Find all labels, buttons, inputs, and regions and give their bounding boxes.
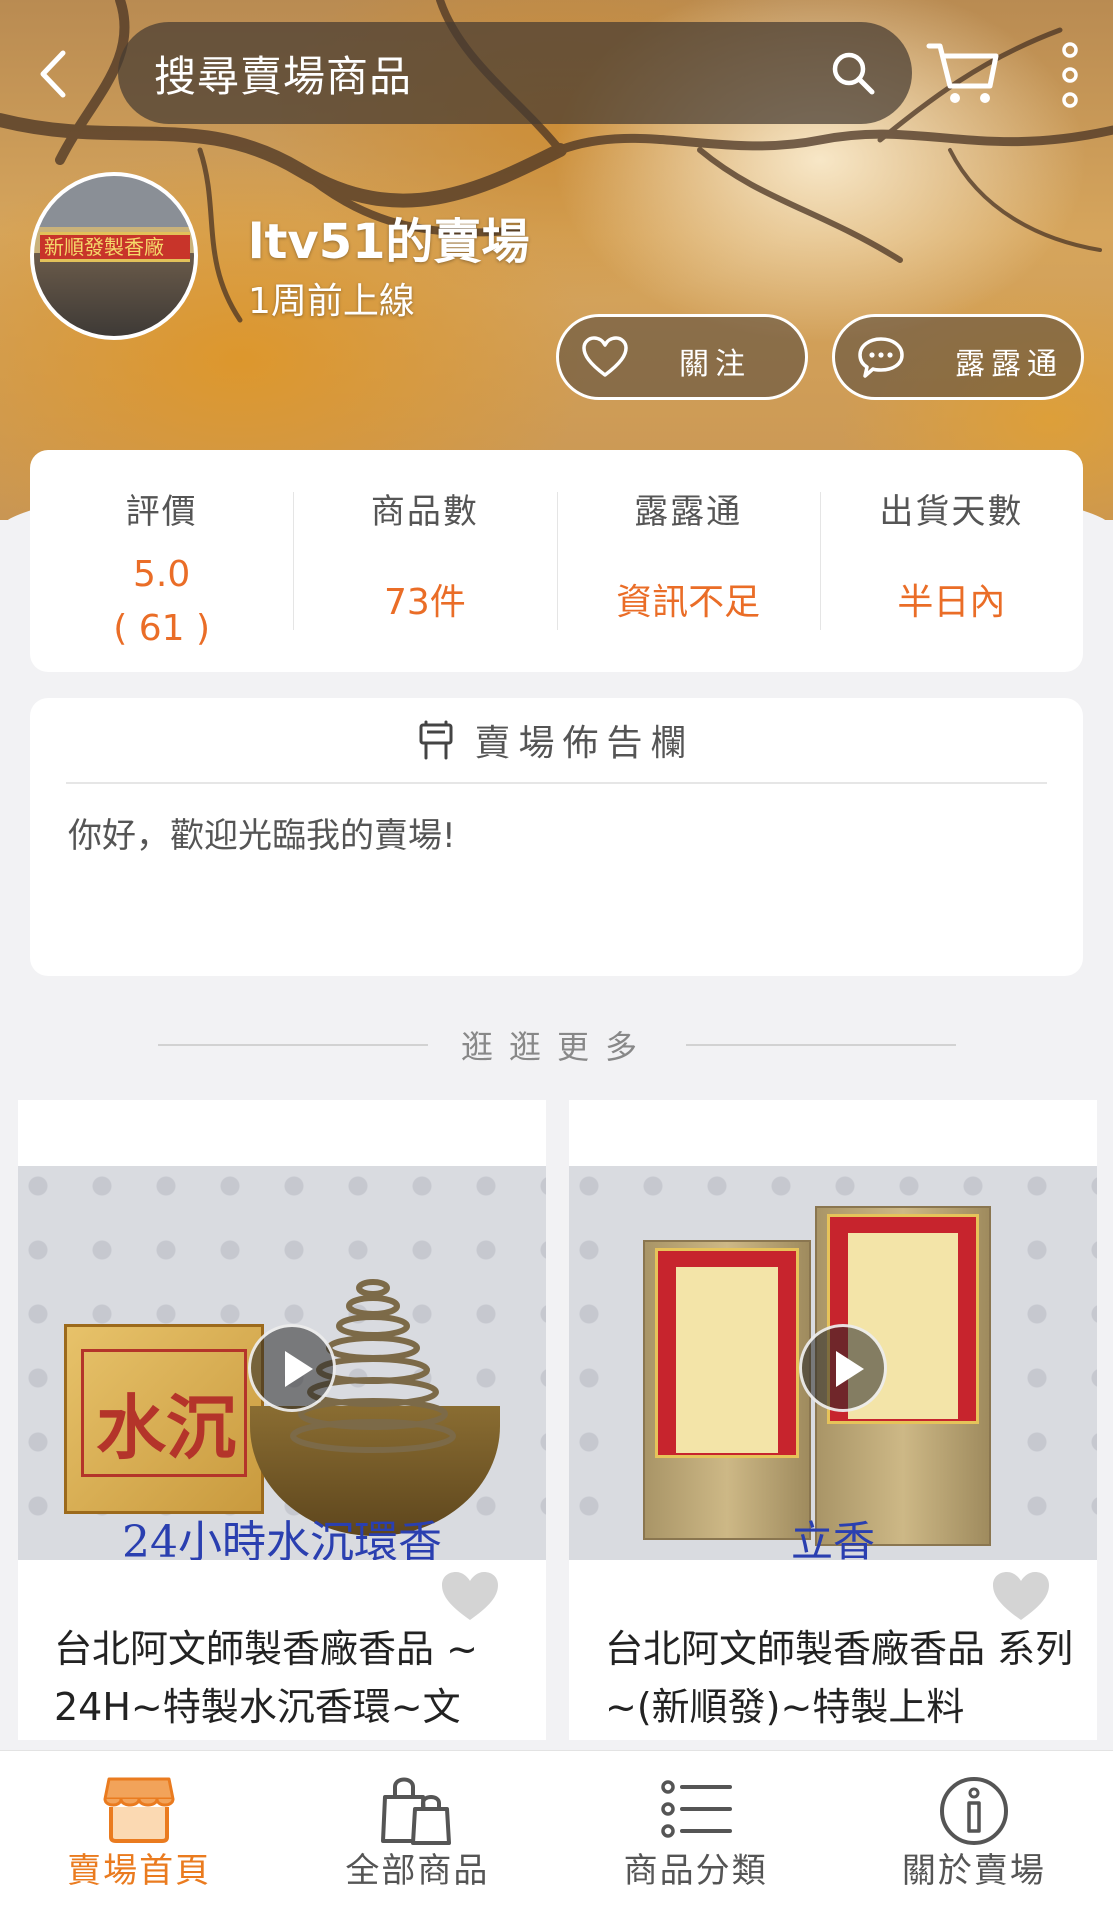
stat-label: 商品數	[370, 492, 479, 532]
product-image-caption: 立香	[790, 1517, 875, 1560]
rating-count: ( 61 )	[113, 608, 211, 649]
shop-online-status: 1周前上線	[248, 281, 415, 322]
store-icon	[103, 1777, 175, 1843]
pack-label	[655, 1248, 799, 1458]
incense-pack-art	[643, 1240, 811, 1540]
bottom-nav: 賣場首頁 全部商品 商品分類 關於賣場	[0, 1750, 1113, 1905]
chat-button[interactable]: 露露通	[832, 314, 1084, 400]
product-card[interactable]: 立香 台北阿文師製香廠香品 系列~(新順發)~特製上料	[569, 1100, 1097, 1740]
product-image-caption: 24小時水沉環香	[122, 1517, 442, 1560]
stat-value: 資訊不足	[616, 582, 761, 623]
stat-chat: 露露通 資訊不足	[556, 450, 820, 672]
nav-label: 商品分類	[623, 1851, 768, 1891]
rating-score: 5.0	[132, 554, 191, 595]
shop-page: 搜尋賣場商品 新順發製香廠 ltv51的賣場 1周前上線 關注 露露通 評價 5…	[0, 0, 1113, 1905]
avatar-shop-sign: 新順發製香廠	[40, 232, 190, 262]
stat-shipping-days: 出貨天數 半日內	[819, 450, 1083, 672]
product-box-label: 水沉	[81, 1349, 247, 1477]
bulletin-header: 賣場佈告欄	[66, 698, 1047, 784]
follow-label: 關注	[679, 347, 751, 382]
pack-band	[676, 1267, 778, 1453]
list-icon	[660, 1780, 732, 1838]
browse-more-divider: 逛逛更多	[158, 1022, 956, 1068]
chat-bubble-icon	[858, 337, 904, 378]
nav-label: 關於賣場	[901, 1851, 1046, 1891]
stat-label: 出貨天數	[879, 492, 1024, 532]
info-icon	[939, 1777, 1008, 1845]
shop-bulletin: 賣場佈告欄 你好，歡迎光臨我的賣場!	[30, 698, 1083, 976]
bulletin-title: 賣場佈告欄	[474, 723, 695, 764]
more-vertical-icon[interactable]	[1056, 42, 1084, 108]
product-image[interactable]: 水沉 24小時水沉環香	[18, 1166, 546, 1560]
nav-item-about-shop[interactable]: 關於賣場	[835, 1751, 1113, 1905]
stat-rating-value: 5.0 ( 61 )	[30, 548, 293, 656]
shopping-bag-icon	[381, 1777, 452, 1845]
back-button[interactable]	[30, 46, 74, 102]
video-play-icon[interactable]	[248, 1324, 336, 1412]
avatar-sign-text: 新順發製香廠	[44, 235, 164, 259]
cart-icon[interactable]	[926, 40, 1000, 106]
chevron-left-icon	[40, 50, 66, 98]
search-icon[interactable]	[830, 50, 876, 96]
stat-value: 半日內	[897, 582, 1006, 623]
follow-button[interactable]: 關注	[556, 314, 808, 400]
nav-label: 賣場首頁	[67, 1851, 212, 1891]
product-box-art: 水沉	[64, 1324, 264, 1514]
stat-rating[interactable]: 評價 5.0 ( 61 )	[30, 450, 293, 672]
nav-item-shop-home[interactable]: 賣場首頁	[0, 1751, 278, 1905]
shop-avatar: 新順發製香廠	[30, 172, 198, 340]
heart-icon[interactable]	[440, 1570, 500, 1622]
nav-item-categories[interactable]: 商品分類	[557, 1751, 835, 1905]
signboard-icon	[419, 720, 453, 760]
nav-item-all-products[interactable]: 全部商品	[278, 1751, 556, 1905]
bulletin-text: 你好，歡迎光臨我的賣場!	[68, 816, 456, 856]
product-card[interactable]: 水沉 24小時水沉環香 台北阿文師製香廠香品 ~ 24H~特製水沉香環~文	[18, 1100, 546, 1740]
shop-name: ltv51的賣場	[248, 214, 530, 270]
heart-outline-icon	[582, 336, 628, 377]
product-title[interactable]: 台北阿文師製香廠香品 系列~(新順發)~特製上料	[605, 1620, 1075, 1736]
heart-icon[interactable]	[991, 1570, 1051, 1622]
product-title[interactable]: 台北阿文師製香廠香品 ~ 24H~特製水沉香環~文	[54, 1620, 524, 1736]
video-play-icon[interactable]	[799, 1324, 887, 1412]
search-placeholder: 搜尋賣場商品	[154, 51, 413, 101]
search-input[interactable]: 搜尋賣場商品	[118, 22, 912, 124]
stat-value: 73件	[383, 582, 466, 623]
stat-label: 評價	[125, 492, 198, 532]
chat-label: 露露通	[955, 347, 1063, 382]
stat-label: 露露通	[634, 492, 743, 532]
stat-product-count: 商品數 73件	[293, 450, 556, 672]
product-image[interactable]: 立香	[569, 1166, 1097, 1560]
divider-line	[686, 1044, 956, 1046]
nav-label: 全部商品	[345, 1851, 490, 1891]
product-box-text: 水沉	[96, 1386, 236, 1469]
shop-stats: 評價 5.0 ( 61 ) 商品數 73件 露露通 資訊不足 出貨天數 半日內	[30, 450, 1083, 672]
